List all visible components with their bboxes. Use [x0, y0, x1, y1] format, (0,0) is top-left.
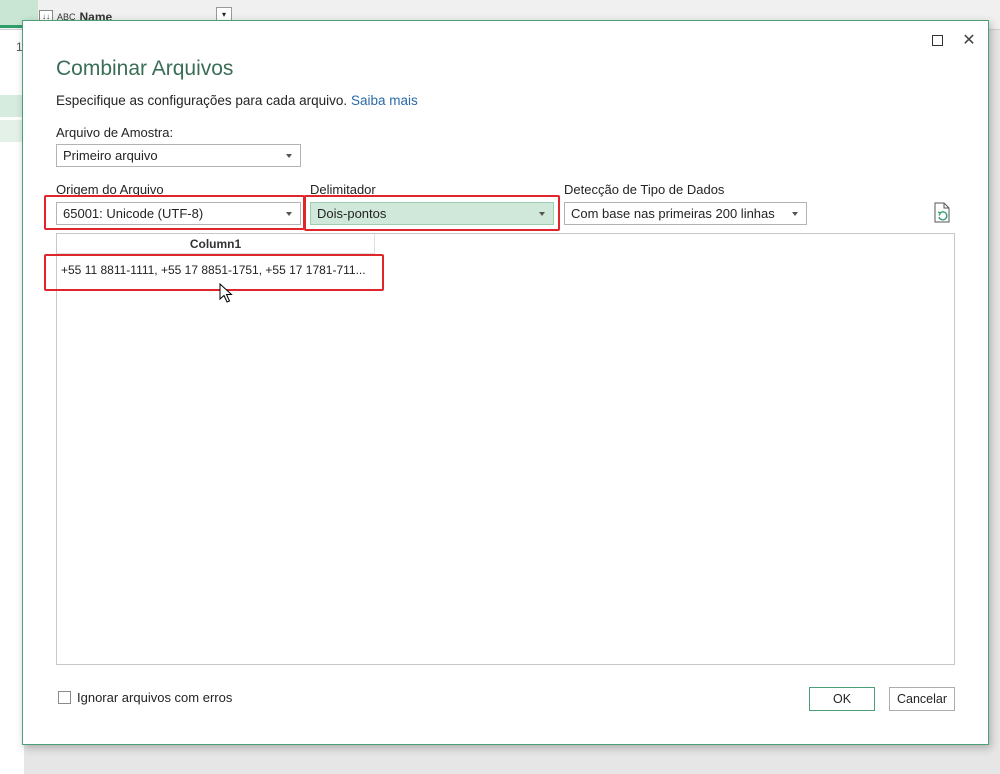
chevron-down-icon [286, 212, 292, 216]
data-type-detection-value: Com base nas primeiras 200 linhas [571, 206, 775, 221]
sample-file-select[interactable]: Primeiro arquivo [56, 144, 301, 167]
maximize-button[interactable] [926, 29, 948, 51]
subtitle-text: Especifique as configurações para cada a… [56, 93, 348, 108]
refresh-file-icon[interactable] [933, 202, 951, 224]
file-origin-value: 65001: Unicode (UTF-8) [63, 206, 204, 221]
delimiter-label: Delimitador [310, 182, 376, 197]
background-row-highlight [0, 95, 24, 117]
data-type-detection-select[interactable]: Com base nas primeiras 200 linhas [564, 202, 807, 225]
ignore-errors-checkbox[interactable] [58, 691, 71, 704]
delimiter-select[interactable]: Dois-pontos [310, 202, 554, 225]
delimiter-value: Dois-pontos [317, 206, 387, 221]
file-origin-select[interactable]: 65001: Unicode (UTF-8) [56, 202, 301, 225]
mouse-cursor-icon [219, 283, 233, 303]
close-button[interactable]: ✕ [958, 29, 980, 51]
preview-table: Column1 +55 11 8811-1111, +55 17 8851-17… [56, 233, 955, 665]
cancel-button[interactable]: Cancelar [889, 687, 955, 711]
chevron-down-icon [792, 212, 798, 216]
combine-files-dialog: ✕ Combinar Arquivos Especifique as confi… [22, 20, 989, 745]
ignore-errors-option[interactable]: Ignorar arquivos com erros [58, 690, 232, 705]
chevron-down-icon [286, 154, 292, 158]
dialog-subtitle: Especifique as configurações para cada a… [56, 93, 418, 108]
preview-column-header[interactable]: Column1 [57, 234, 375, 254]
chevron-down-icon [539, 212, 545, 216]
preview-cell[interactable]: +55 11 8811-1111, +55 17 8851-1751, +55 … [57, 257, 375, 283]
sample-file-label: Arquivo de Amostra: [56, 125, 174, 140]
sample-file-value: Primeiro arquivo [63, 148, 158, 163]
learn-more-link[interactable]: Saiba mais [351, 93, 418, 108]
dialog-title: Combinar Arquivos [56, 57, 234, 80]
file-origin-label: Origem do Arquivo [56, 182, 164, 197]
ignore-errors-label: Ignorar arquivos com erros [77, 690, 233, 705]
ok-button[interactable]: OK [809, 687, 875, 711]
close-icon: ✕ [962, 32, 976, 49]
data-type-detection-label: Detecção de Tipo de Dados [564, 182, 725, 197]
background-row-highlight [0, 120, 24, 142]
maximize-icon [931, 34, 943, 46]
